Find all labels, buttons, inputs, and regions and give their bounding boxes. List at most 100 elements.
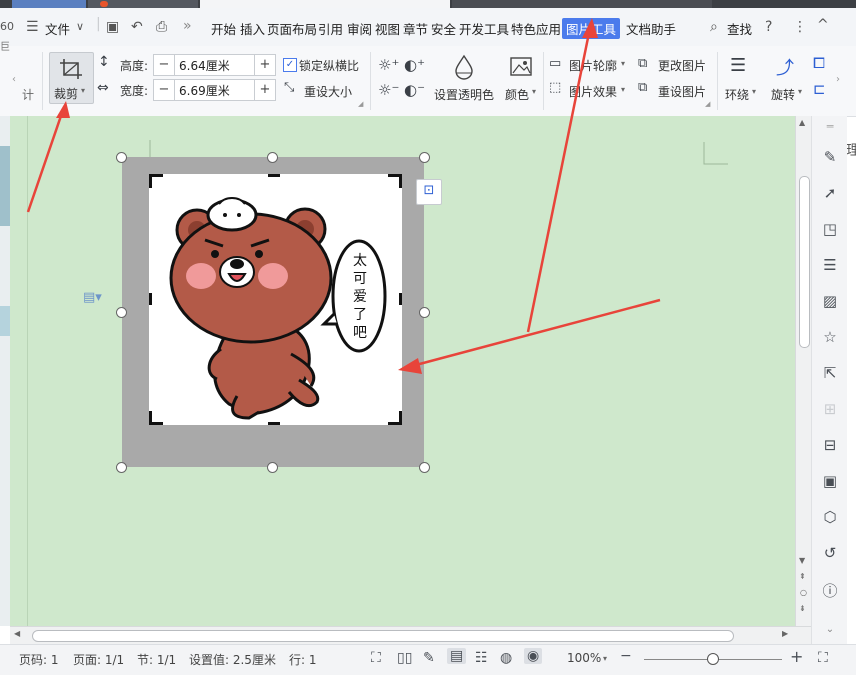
scroll-down-icon[interactable]: ▼ [799,556,805,565]
ribbon-scroll-right-icon[interactable]: › [836,74,840,85]
zoom-slider-knob[interactable] [707,653,719,665]
tab-security[interactable]: 安全 [431,19,456,38]
brightness-up-icon[interactable]: ☼⁺ [378,56,399,74]
undo-icon[interactable]: ↶ [131,19,143,35]
paragraph-icon[interactable]: ▤▾ [83,290,102,305]
resize-handle[interactable] [267,462,278,473]
chevron-down-icon[interactable]: ▾ [532,87,536,96]
tab-view[interactable]: 视图 [375,19,400,38]
height-decrease-button[interactable]: − [154,55,175,75]
help-icon[interactable]: ? [765,19,772,35]
picture-outline-icon[interactable]: ▭ [549,56,561,71]
height-value[interactable]: 6.64厘米 [179,57,230,74]
read-mode-icon[interactable]: ▯▯ [397,650,412,666]
menu-file[interactable]: 文件 [45,19,70,38]
window-tab[interactable] [452,0,712,8]
shield-icon[interactable]: ⬡ [821,508,839,526]
share-icon[interactable]: ⇱ [821,364,839,382]
chevron-down-icon[interactable]: ▾ [798,87,802,96]
contrast-down-icon[interactable]: ◐⁻ [404,81,425,99]
web-view-icon[interactable]: ◍ [500,650,512,666]
dialog-launcher-icon[interactable]: ◢ [358,100,363,108]
reset-size-button[interactable]: 重设大小 [304,83,352,100]
chevron-down-icon[interactable]: ▾ [621,85,625,94]
hamburger-icon[interactable]: ☰ [26,19,39,35]
tab-review[interactable]: 审阅 [347,19,372,38]
change-picture-icon[interactable]: ⧉ [638,56,647,71]
lock-ratio-checkbox[interactable]: ✓ [283,58,297,72]
ribbon-scroll-left-icon[interactable]: ‹ [12,74,16,85]
transparent-color-button[interactable]: 设置透明色 [434,86,494,103]
zoom-in-button[interactable]: + [790,647,803,666]
print-icon[interactable]: ⎙ [156,19,167,35]
rotate-button[interactable]: 旋转 [771,86,795,103]
picture-effect-button[interactable]: 图片效果 [569,83,617,100]
tab-picture-tools[interactable]: 图片工具 [562,18,621,39]
group-icon[interactable]: ⊏ [813,80,826,98]
crop-handle[interactable] [399,411,402,425]
vertical-scrollbar[interactable]: ▲ ▼ ⇞ ○ ⇟ [795,116,812,626]
rotate-icon[interactable]: ⤴ [776,54,794,80]
archive-icon[interactable]: ⊟ [821,436,839,454]
save-icon[interactable]: ▣ [106,19,119,35]
crop-handle[interactable] [149,174,152,188]
image-icon[interactable]: ▣ [821,472,839,490]
color-icon[interactable] [509,55,533,79]
adjust-icon[interactable]: ☰ [821,256,839,274]
crop-handle[interactable] [268,422,280,425]
horizontal-scrollbar[interactable]: ◀ ▶ [10,626,811,645]
change-picture-button[interactable]: 更改图片 [658,57,706,74]
resize-handle[interactable] [267,152,278,163]
tab-insert[interactable]: 插入 [240,19,265,38]
resize-handle[interactable] [116,152,127,163]
prev-page-icon[interactable]: ⇞ [799,572,806,581]
window-tab[interactable] [88,0,198,8]
reset-picture-button[interactable]: 重设图片 [658,83,706,100]
width-value[interactable]: 6.69厘米 [179,82,230,99]
crop-handle[interactable] [149,293,152,305]
tab-special-apps[interactable]: 特色应用 [511,19,561,38]
window-tab[interactable] [12,0,86,8]
tab-developer[interactable]: 开发工具 [459,19,509,38]
width-input[interactable]: − 6.69厘米 + [153,79,276,101]
pen-icon[interactable]: ✎ [821,148,839,166]
edit-pen-icon[interactable]: ✎ [423,650,435,666]
crop-handle[interactable] [149,411,152,425]
next-page-icon[interactable]: ⇟ [799,604,806,613]
tab-chapter[interactable]: 章节 [403,19,428,38]
chevron-down-icon[interactable]: ▾ [621,59,625,68]
fit-window-icon[interactable]: ⛶ [818,650,828,666]
vertical-scroll-thumb[interactable] [799,176,810,348]
brightness-down-icon[interactable]: ☼⁻ [378,81,399,99]
page-view-icon[interactable]: ▤ [447,648,467,664]
fullscreen-icon[interactable]: ⛶ [371,650,381,666]
reset-picture-icon[interactable]: ⧉ [638,80,647,95]
tab-home[interactable]: 开始 [211,19,236,38]
zoom-out-button[interactable]: − [620,648,632,664]
bear-picture[interactable]: 太 可 爱 了 吧 [149,174,402,425]
tab-page-layout[interactable]: 页面布局 [267,19,317,38]
zoom-level[interactable]: 100% [567,651,601,665]
chevron-down-icon[interactable]: ▾ [752,87,756,96]
scroll-right-icon[interactable]: ▶ [782,629,788,638]
contrast-up-icon[interactable]: ◐⁺ [404,56,425,74]
status-setting[interactable]: 设置值: 2.5厘米 [189,651,276,668]
dialog-launcher-icon[interactable]: ◢ [705,100,710,108]
resize-handle[interactable] [419,462,430,473]
picture-outline-button[interactable]: 图片轮廓 [569,57,617,74]
width-increase-button[interactable]: + [254,80,275,100]
crop-handle[interactable] [268,174,280,177]
color-button[interactable]: 颜色 [505,86,529,103]
resize-handle[interactable] [116,462,127,473]
height-input[interactable]: − 6.64厘米 + [153,54,276,76]
eye-protection-icon[interactable]: ◉ [524,648,543,664]
lock-ratio-label[interactable]: 锁定纵横比 [299,57,359,74]
horizontal-scroll-thumb[interactable] [32,630,734,642]
tab-doc-assistant[interactable]: 文档助手 [626,19,676,38]
status-page-code[interactable]: 页码: 1 [19,651,59,668]
history-icon[interactable]: ↺ [821,544,839,562]
height-increase-button[interactable]: + [254,55,275,75]
outline-view-icon[interactable]: ☷ [475,650,488,666]
status-line[interactable]: 行: 1 [289,651,317,668]
more-options-icon[interactable]: ⋮ [793,19,807,35]
